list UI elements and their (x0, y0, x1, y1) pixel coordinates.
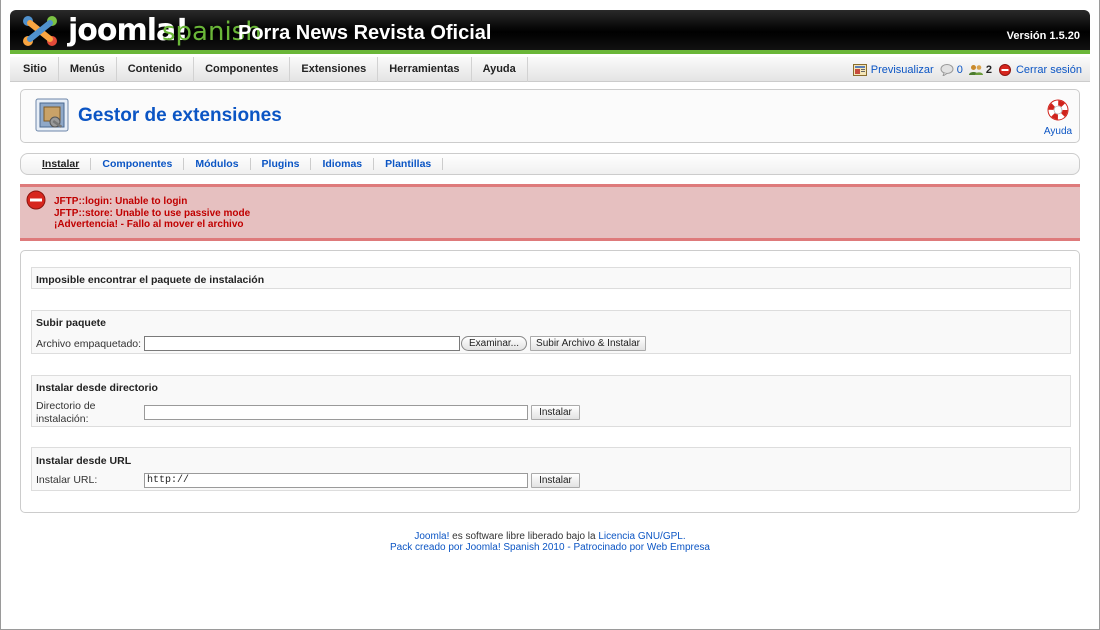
users-icon (968, 64, 983, 75)
upload-fieldset: Subir paquete Archivo empaquetado: Exami… (31, 310, 1071, 354)
menu-item-contenido[interactable]: Contenido (117, 57, 195, 82)
install-notice: Imposible encontrar el paquete de instal… (36, 274, 265, 286)
footer: Joomla! es software libre liberado bajo … (0, 531, 1100, 553)
directory-label-line1: Directorio de (36, 400, 96, 412)
url-title: Instalar desde URL (36, 455, 132, 467)
submenu: Instalar Componentes Módulos Plugins Idi… (20, 153, 1080, 175)
error-line: JFTP::store: Unable to use passive mode (54, 207, 251, 219)
admin-header: joomla! spanish Porra News Revista Ofici… (10, 10, 1090, 54)
logout-label: Cerrar sesión (1015, 63, 1082, 76)
error-list: JFTP::login: Unable to login JFTP::store… (54, 196, 250, 231)
joomla-link[interactable]: Joomla! (414, 531, 449, 542)
error-line: JFTP::login: Unable to login (54, 196, 188, 207)
upload-install-button[interactable]: Subir Archivo & Instalar (530, 336, 646, 351)
lifebuoy-icon (1047, 99, 1069, 121)
preview-icon (852, 63, 867, 76)
footer-line-2[interactable]: Pack creado por Joomla! Spanish 2010 - P… (0, 542, 1100, 553)
submenu-item-idiomas[interactable]: Idiomas (311, 158, 375, 170)
browse-button[interactable]: Examinar... (461, 336, 527, 351)
status-area: Previsualizar 0 2 Cerrar sesión (852, 57, 1082, 82)
install-directory-button[interactable]: Instalar (531, 405, 580, 420)
footer-text: es software libre liberado bajo la (449, 531, 599, 542)
menu-item-menus[interactable]: Menús (59, 57, 117, 82)
error-line: ¡Advertencia! - Fallo al mover el archiv… (54, 219, 244, 230)
menu-item-extensiones[interactable]: Extensiones (290, 57, 379, 82)
help-label: Ayuda (1043, 126, 1073, 137)
directory-fieldset: Instalar desde directorio Directorio de … (31, 375, 1071, 427)
directory-title: Instalar desde directorio (36, 382, 158, 394)
joomla-logo-icon (23, 16, 57, 46)
install-url-input[interactable]: http:// (144, 473, 528, 488)
extension-manager-icon (35, 98, 69, 132)
logout-link[interactable]: Cerrar sesión (998, 63, 1082, 76)
users-status[interactable]: 2 (968, 63, 992, 76)
upload-label: Archivo empaquetado: (36, 338, 142, 350)
submenu-item-componentes[interactable]: Componentes (91, 158, 185, 170)
submenu-item-plugins[interactable]: Plugins (251, 158, 312, 170)
version-label: Versión 1.5.20 (1006, 30, 1080, 42)
messages-status[interactable]: 0 (940, 63, 963, 76)
menu-item-componentes[interactable]: Componentes (194, 57, 291, 82)
submenu-item-modulos[interactable]: Módulos (184, 158, 251, 170)
menu-item-sitio[interactable]: Sitio (10, 57, 59, 82)
install-directory-input[interactable] (144, 405, 528, 420)
install-panel: Imposible encontrar el paquete de instal… (20, 250, 1080, 513)
license-link[interactable]: Licencia GNU/GPL. (598, 531, 685, 542)
help-button[interactable]: Ayuda (1043, 98, 1073, 137)
main-menu-bar: Sitio Menús Contenido Componentes Extens… (10, 57, 1090, 82)
directory-label-line2: instalación: (36, 413, 89, 425)
messages-count: 0 (956, 63, 963, 76)
page-title: Gestor de extensiones (78, 105, 282, 126)
error-message-box: JFTP::login: Unable to login JFTP::store… (20, 184, 1080, 241)
notice-fieldset: Imposible encontrar el paquete de instal… (31, 267, 1071, 289)
preview-link[interactable]: Previsualizar (852, 63, 934, 76)
preview-label: Previsualizar (870, 63, 934, 76)
submenu-item-instalar[interactable]: Instalar (31, 158, 92, 170)
url-fieldset: Instalar desde URL Instalar URL: http://… (31, 447, 1071, 491)
install-url-button[interactable]: Instalar (531, 473, 580, 488)
upload-title: Subir paquete (36, 317, 107, 329)
menu-item-ayuda[interactable]: Ayuda (472, 57, 528, 82)
submenu-item-plantillas[interactable]: Plantillas (374, 158, 444, 170)
site-title: Porra News Revista Oficial (238, 22, 492, 44)
toolbar-box: Gestor de extensiones Ayuda (20, 89, 1080, 143)
menu-item-herramientas[interactable]: Herramientas (378, 57, 472, 82)
footer-line-1: Joomla! es software libre liberado bajo … (0, 531, 1100, 542)
package-file-input[interactable] (144, 336, 460, 351)
users-count: 2 (985, 63, 992, 76)
url-label: Instalar URL: (36, 474, 98, 486)
logout-icon (998, 63, 1011, 76)
messages-icon (940, 63, 954, 76)
error-icon (26, 190, 46, 210)
